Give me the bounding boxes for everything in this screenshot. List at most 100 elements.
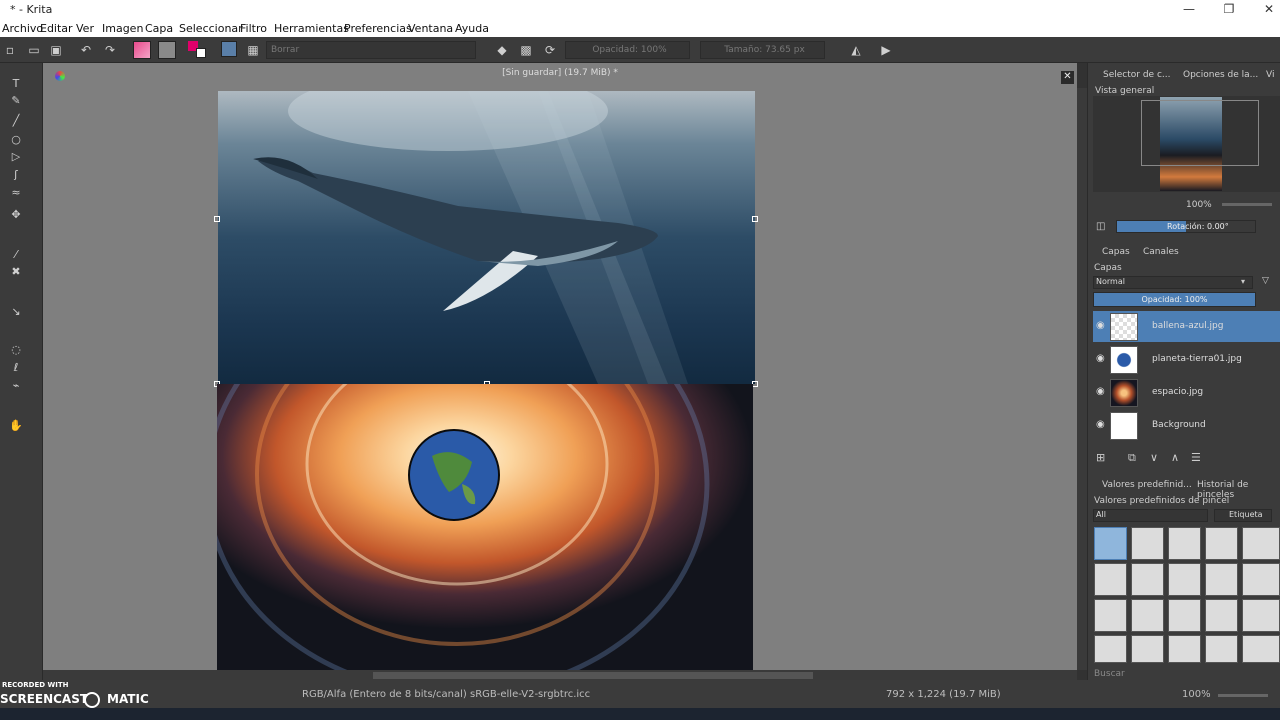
freehand-select-icon[interactable]: ℓ [9,361,23,375]
menu-capa[interactable]: Capa [145,22,173,35]
horizontal-scroll-thumb[interactable] [373,672,813,679]
layer-row-planeta[interactable]: ◉ planeta-tierra01.jpg [1093,344,1280,375]
brush-preset[interactable] [1168,599,1201,632]
minimize-button[interactable]: — [1174,2,1204,16]
transform-handle[interactable] [214,216,220,222]
brush-preset[interactable] [1131,563,1164,596]
menu-archivo[interactable]: Archivo [2,22,43,35]
brush-preset[interactable] [1242,527,1280,560]
text-tool-icon[interactable]: T [9,77,23,91]
overview-viewport-rect[interactable] [1141,100,1259,166]
zoom-slider[interactable] [1222,203,1272,206]
overview-panel[interactable] [1093,96,1280,192]
filter-icon[interactable]: ▽ [1262,276,1269,286]
visibility-eye-icon[interactable]: ◉ [1096,353,1108,365]
reset-icon[interactable]: ⟳ [542,42,558,58]
menu-filtro[interactable]: Filtro [240,22,267,35]
brush-preset[interactable] [1094,599,1127,632]
size-slider[interactable]: Tamaño: 73.65 px [700,41,825,59]
freehand-path-icon[interactable]: ʃ [9,168,23,182]
rotation-slider[interactable]: Rotación: 0.00° [1116,220,1256,233]
status-zoom[interactable]: 100% [1182,689,1211,700]
measure-tool-icon[interactable]: ↘ [9,305,23,319]
eraser-mode-icon[interactable]: ◆ [494,42,510,58]
save-icon[interactable]: ▣ [48,42,64,58]
grid-presets-icon[interactable]: ▦ [245,42,261,58]
layer-properties-icon[interactable]: ☰ [1191,451,1201,464]
tab-color-selector[interactable]: Selector de c... [1103,70,1170,80]
close-button[interactable]: ✕ [1254,2,1280,16]
brush-preset[interactable] [1205,599,1238,632]
tab-tool-options[interactable]: Opciones de la... [1183,70,1258,80]
vertical-scrollbar[interactable] [1077,88,1087,670]
chevron-down-icon[interactable]: ▾ [1241,277,1245,286]
brush-preset[interactable] [1094,563,1127,596]
visibility-eye-icon[interactable]: ◉ [1096,419,1108,431]
space-layer-image[interactable] [217,384,753,672]
tab-channels[interactable]: Canales [1143,247,1179,257]
brush-search-input[interactable]: Buscar [1094,669,1125,679]
visibility-eye-icon[interactable]: ◉ [1096,320,1108,332]
layer-row-espacio[interactable]: ◉ espacio.jpg [1093,377,1280,408]
maximize-button[interactable]: ❐ [1214,2,1244,16]
brush-preset[interactable] [1131,635,1164,663]
menu-imagen[interactable]: Imagen [102,22,143,35]
dynamic-brush-icon[interactable]: ≈ [9,186,23,200]
move-tool-icon[interactable]: ✥ [9,208,23,222]
brush-preset[interactable] [1131,527,1164,560]
calligraphy-tool-icon[interactable]: ✎ [9,94,23,108]
duplicate-layer-icon[interactable]: ⧉ [1128,451,1136,465]
polyline-tool-icon[interactable]: ▷ [9,150,23,164]
blend-mode-select[interactable]: Normal [1093,276,1253,289]
brush-preset[interactable] [1168,563,1201,596]
assistant-tool-icon[interactable]: ✖ [9,265,23,279]
brush-preset[interactable] [1242,635,1280,663]
mirror-vertical-icon[interactable]: ▶ [878,42,894,58]
redo-icon[interactable]: ↷ [102,42,118,58]
pattern-swatch[interactable] [158,41,176,59]
menu-ventana[interactable]: Ventana [408,22,453,35]
tag-select[interactable]: Etiqueta [1214,509,1272,522]
brush-preset-eraser[interactable] [1094,527,1127,560]
menu-ver[interactable]: Ver [76,22,94,35]
tab-brush-presets[interactable]: Valores predefinid... [1102,480,1192,490]
menu-ayuda[interactable]: Ayuda [455,22,489,35]
brush-preset-icon[interactable] [221,41,237,57]
line-tool-icon[interactable]: ╱ [9,114,23,128]
move-layer-down-icon[interactable]: ∨ [1150,451,1158,464]
menu-herramientas[interactable]: Herramientas [274,22,349,35]
menu-editar[interactable]: Editar [40,22,73,35]
status-zoom-slider[interactable] [1218,694,1268,697]
gradient-swatch[interactable] [133,41,151,59]
layer-row-ballena[interactable]: ◉ ballena-azul.jpg [1093,311,1280,342]
add-layer-icon[interactable]: ⊞ [1096,451,1105,464]
move-layer-up-icon[interactable]: ∧ [1171,451,1179,464]
mirror-horizontal-icon[interactable]: ◭ [848,42,864,58]
alpha-lock-icon[interactable]: ▩ [518,42,534,58]
brush-preset[interactable] [1205,635,1238,663]
magnetic-select-icon[interactable]: ⌁ [9,379,23,393]
eyedropper-icon[interactable]: ⁄ [9,248,23,262]
mirror-view-icon[interactable]: ◫ [1096,221,1105,232]
visibility-eye-icon[interactable]: ◉ [1096,386,1108,398]
brush-preset[interactable] [1168,527,1201,560]
ellipse-tool-icon[interactable]: ○ [9,133,23,147]
elliptical-select-icon[interactable]: ◌ [9,343,23,357]
opacity-slider[interactable]: Opacidad: 100% [565,41,690,59]
layer-row-background[interactable]: ◉ Background [1093,410,1280,441]
undo-icon[interactable]: ↶ [78,42,94,58]
brush-preset[interactable] [1131,599,1164,632]
close-document-icon[interactable]: ✕ [1061,71,1074,84]
brush-preset[interactable] [1168,635,1201,663]
transform-handle[interactable] [752,216,758,222]
brush-preset[interactable] [1094,635,1127,663]
background-color[interactable] [196,48,206,58]
brush-preset[interactable] [1205,527,1238,560]
tab-layers[interactable]: Capas [1102,247,1130,257]
menu-seleccionar[interactable]: Seleccionar [179,22,243,35]
tab-overview[interactable]: Vi [1266,70,1274,80]
new-document-icon[interactable]: ▫ [2,42,18,58]
layer-opacity-slider[interactable]: Opacidad: 100% [1093,292,1256,307]
whale-layer-image[interactable] [214,91,758,387]
open-folder-icon[interactable]: ▭ [26,42,42,58]
